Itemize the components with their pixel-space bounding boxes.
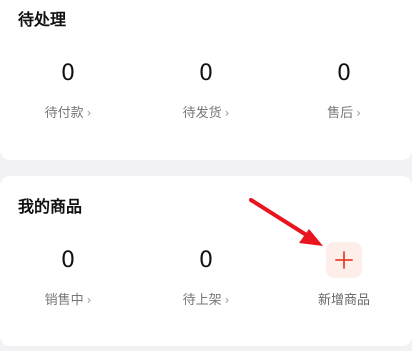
after-sales-label: 售后 › [284,104,404,123]
chevron-right-icon: › [224,106,230,120]
chevron-right-icon: › [86,106,92,120]
add-product-label: 新增商品 [317,293,370,308]
my-goods-title: 我的商品 [18,197,83,216]
add-product-icon-box[interactable] [326,242,362,278]
pending-card: 待处理 0 待付款 › 0 待发货 › 0 售后 › [0,0,412,160]
on-sale-label: 销售中 › [8,291,128,310]
pending-listing-text: 待上架 [182,293,222,308]
plus-icon [335,251,353,269]
stat-pending-listing[interactable]: 0 待上架 › [146,248,266,310]
pending-shipment-label: 待发货 › [146,104,266,123]
on-sale-text: 销售中 [44,293,84,308]
stat-after-sales[interactable]: 0 售后 › [284,61,404,123]
after-sales-text: 售后 [327,106,354,121]
stat-pending-shipment[interactable]: 0 待发货 › [146,61,266,123]
stat-on-sale[interactable]: 0 销售中 › [8,248,128,310]
chevron-right-icon: › [356,106,361,120]
pending-payment-label: 待付款 › [8,104,128,123]
pending-shipment-text: 待发货 [182,106,222,121]
my-goods-card: 我的商品 0 销售中 › 0 待上架 › 新增商品 [0,176,412,346]
pending-payment-count: 0 [61,61,75,86]
pending-payment-text: 待付款 [44,106,84,121]
pending-listing-label: 待上架 › [146,291,266,310]
chevron-right-icon: › [224,293,230,307]
pending-listing-count: 0 [199,248,213,273]
pending-title: 待处理 [18,10,67,29]
add-product-button[interactable]: 新增商品 [284,242,404,310]
on-sale-count: 0 [61,248,75,273]
chevron-right-icon: › [86,293,92,307]
stat-pending-payment[interactable]: 0 待付款 › [8,61,128,123]
pending-shipment-count: 0 [199,61,213,86]
after-sales-count: 0 [337,61,351,86]
